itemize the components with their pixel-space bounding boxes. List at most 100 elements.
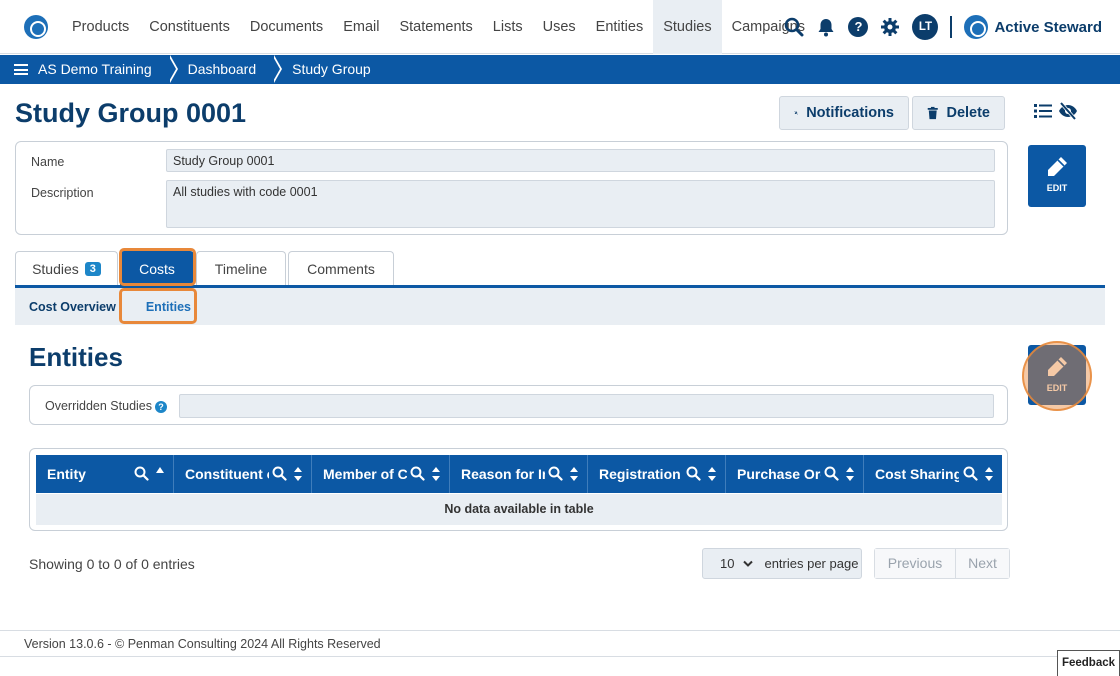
details-panel: Name Study Group 0001 Description All st…: [15, 141, 1008, 235]
brand: Active Steward: [964, 15, 1102, 39]
column-label: Registration I: [599, 466, 683, 482]
next-page-button[interactable]: Next: [955, 549, 1009, 578]
sort-icon[interactable]: [984, 466, 994, 482]
tab-costs[interactable]: Costs: [120, 251, 194, 285]
description-label: Description: [31, 186, 94, 200]
help-icon[interactable]: ?: [848, 17, 869, 37]
section-title: Entities: [29, 342, 123, 372]
notifications-button[interactable]: Notifications: [779, 96, 909, 130]
nav-email[interactable]: Email: [333, 0, 389, 54]
overridden-studies-field[interactable]: [179, 394, 994, 418]
notifications-label: Notifications: [806, 105, 894, 121]
page-title: Study Group 0001: [15, 98, 247, 128]
delete-label: Delete: [946, 105, 990, 121]
footer: Version 13.0.6 - © Penman Consulting 202…: [0, 630, 1120, 657]
bell-slash-icon: [794, 111, 799, 115]
search-icon[interactable]: [824, 466, 839, 481]
chevron-down-icon[interactable]: [743, 560, 754, 568]
app-logo-icon[interactable]: [24, 14, 48, 39]
sort-icon[interactable]: [707, 466, 717, 482]
breadcrumb: AS Demo Training Dashboard Study Group: [0, 55, 1120, 84]
nav-constituents[interactable]: Constituents: [139, 0, 240, 54]
subtab-entities[interactable]: Entities: [132, 300, 205, 314]
search-icon[interactable]: [548, 466, 563, 481]
nav-uses[interactable]: Uses: [533, 0, 586, 54]
nav-entities[interactable]: Entities: [586, 0, 654, 54]
name-field[interactable]: Study Group 0001: [166, 149, 995, 172]
table-header: Entity Constituent of Member of Ca Reaso…: [36, 455, 1002, 493]
subtab-cost-overview[interactable]: Cost Overview: [15, 300, 130, 314]
sort-icon[interactable]: [293, 466, 303, 482]
pencil-icon: [1048, 157, 1067, 176]
column-header-cost-sharing[interactable]: Cost Sharing I: [864, 455, 1002, 493]
search-icon[interactable]: [272, 466, 287, 481]
column-header-constituent[interactable]: Constituent of: [174, 455, 312, 493]
column-label: Purchase Ord: [737, 466, 821, 482]
search-icon[interactable]: [410, 466, 425, 481]
entries-per-page-select[interactable]: 10 entries per page: [702, 548, 862, 579]
column-label: Constituent of: [185, 466, 269, 482]
overridden-studies-panel: Overridden Studies?: [29, 385, 1008, 425]
breadcrumb-home[interactable]: AS Demo Training: [0, 55, 178, 84]
bell-icon[interactable]: [816, 17, 836, 37]
search-icon[interactable]: [784, 17, 804, 37]
breadcrumb-item-study-group: Study Group: [292, 61, 371, 77]
gear-icon[interactable]: [880, 17, 900, 37]
edit-label: EDIT: [1046, 183, 1068, 193]
empty-table-message: No data available in table: [36, 494, 1002, 525]
edit-details-button[interactable]: EDIT: [1028, 145, 1086, 207]
tab-studies-label: Studies: [32, 260, 79, 277]
brand-logo-icon: [964, 15, 989, 39]
search-icon[interactable]: [134, 466, 149, 481]
tab-comments[interactable]: Comments: [288, 251, 394, 285]
version-text: Version 13.0.6 - © Penman Consulting 202…: [24, 637, 381, 651]
column-header-entity[interactable]: Entity: [36, 455, 174, 493]
per-page-label: entries per page: [764, 556, 859, 571]
main-tabs: Studies 3 Costs Timeline Comments: [15, 251, 396, 285]
column-label: Reason for In: [461, 466, 545, 482]
nav-studies[interactable]: Studies: [653, 0, 722, 54]
description-field[interactable]: All studies with code 0001: [166, 180, 995, 228]
previous-page-button[interactable]: Previous: [875, 549, 955, 578]
column-header-reason[interactable]: Reason for In: [450, 455, 588, 493]
overridden-studies-text: Overridden Studies: [45, 399, 153, 413]
sub-tabs: Cost Overview Entities: [15, 288, 1105, 325]
list-icon[interactable]: [1034, 102, 1052, 120]
tab-timeline[interactable]: Timeline: [196, 251, 286, 285]
nav-statements[interactable]: Statements: [389, 0, 482, 54]
column-label: Entity: [47, 466, 86, 482]
overridden-studies-label: Overridden Studies?: [45, 399, 168, 413]
tab-studies[interactable]: Studies 3: [15, 251, 118, 285]
top-navbar: Products Constituents Documents Email St…: [0, 0, 1120, 54]
studies-count-badge: 3: [84, 261, 101, 276]
nav-documents[interactable]: Documents: [240, 0, 333, 54]
per-page-value[interactable]: 10: [720, 556, 734, 571]
breadcrumb-item-dashboard[interactable]: Dashboard: [168, 55, 282, 84]
breadcrumb-item-training[interactable]: AS Demo Training: [38, 55, 152, 84]
search-icon[interactable]: [686, 466, 701, 481]
trash-icon: [927, 106, 938, 120]
sort-icon[interactable]: [431, 466, 441, 482]
sort-asc-icon[interactable]: [155, 466, 165, 482]
help-icon[interactable]: ?: [155, 400, 168, 413]
feedback-button[interactable]: Feedback: [1057, 650, 1120, 676]
column-header-purchase-order[interactable]: Purchase Ord: [726, 455, 864, 493]
nav-right-tools: ? LT Active Steward: [784, 0, 1102, 54]
nav-lists[interactable]: Lists: [483, 0, 533, 54]
search-icon[interactable]: [963, 466, 978, 481]
eye-slash-icon[interactable]: [1058, 102, 1078, 120]
view-toggles: [1034, 102, 1078, 120]
nav-divider: [950, 16, 953, 38]
brand-name: Active Steward: [994, 18, 1102, 36]
sort-icon[interactable]: [569, 466, 579, 482]
sort-icon[interactable]: [845, 466, 855, 482]
column-header-registration[interactable]: Registration I: [588, 455, 726, 493]
entries-info: Showing 0 to 0 of 0 entries: [29, 556, 195, 572]
column-header-member[interactable]: Member of Ca: [312, 455, 450, 493]
click-highlight-ring: [1022, 341, 1092, 411]
delete-button[interactable]: Delete: [912, 96, 1005, 130]
user-avatar[interactable]: LT: [912, 14, 939, 40]
column-label: Cost Sharing I: [875, 466, 959, 482]
hamburger-icon[interactable]: [14, 64, 28, 75]
nav-products[interactable]: Products: [62, 0, 139, 54]
